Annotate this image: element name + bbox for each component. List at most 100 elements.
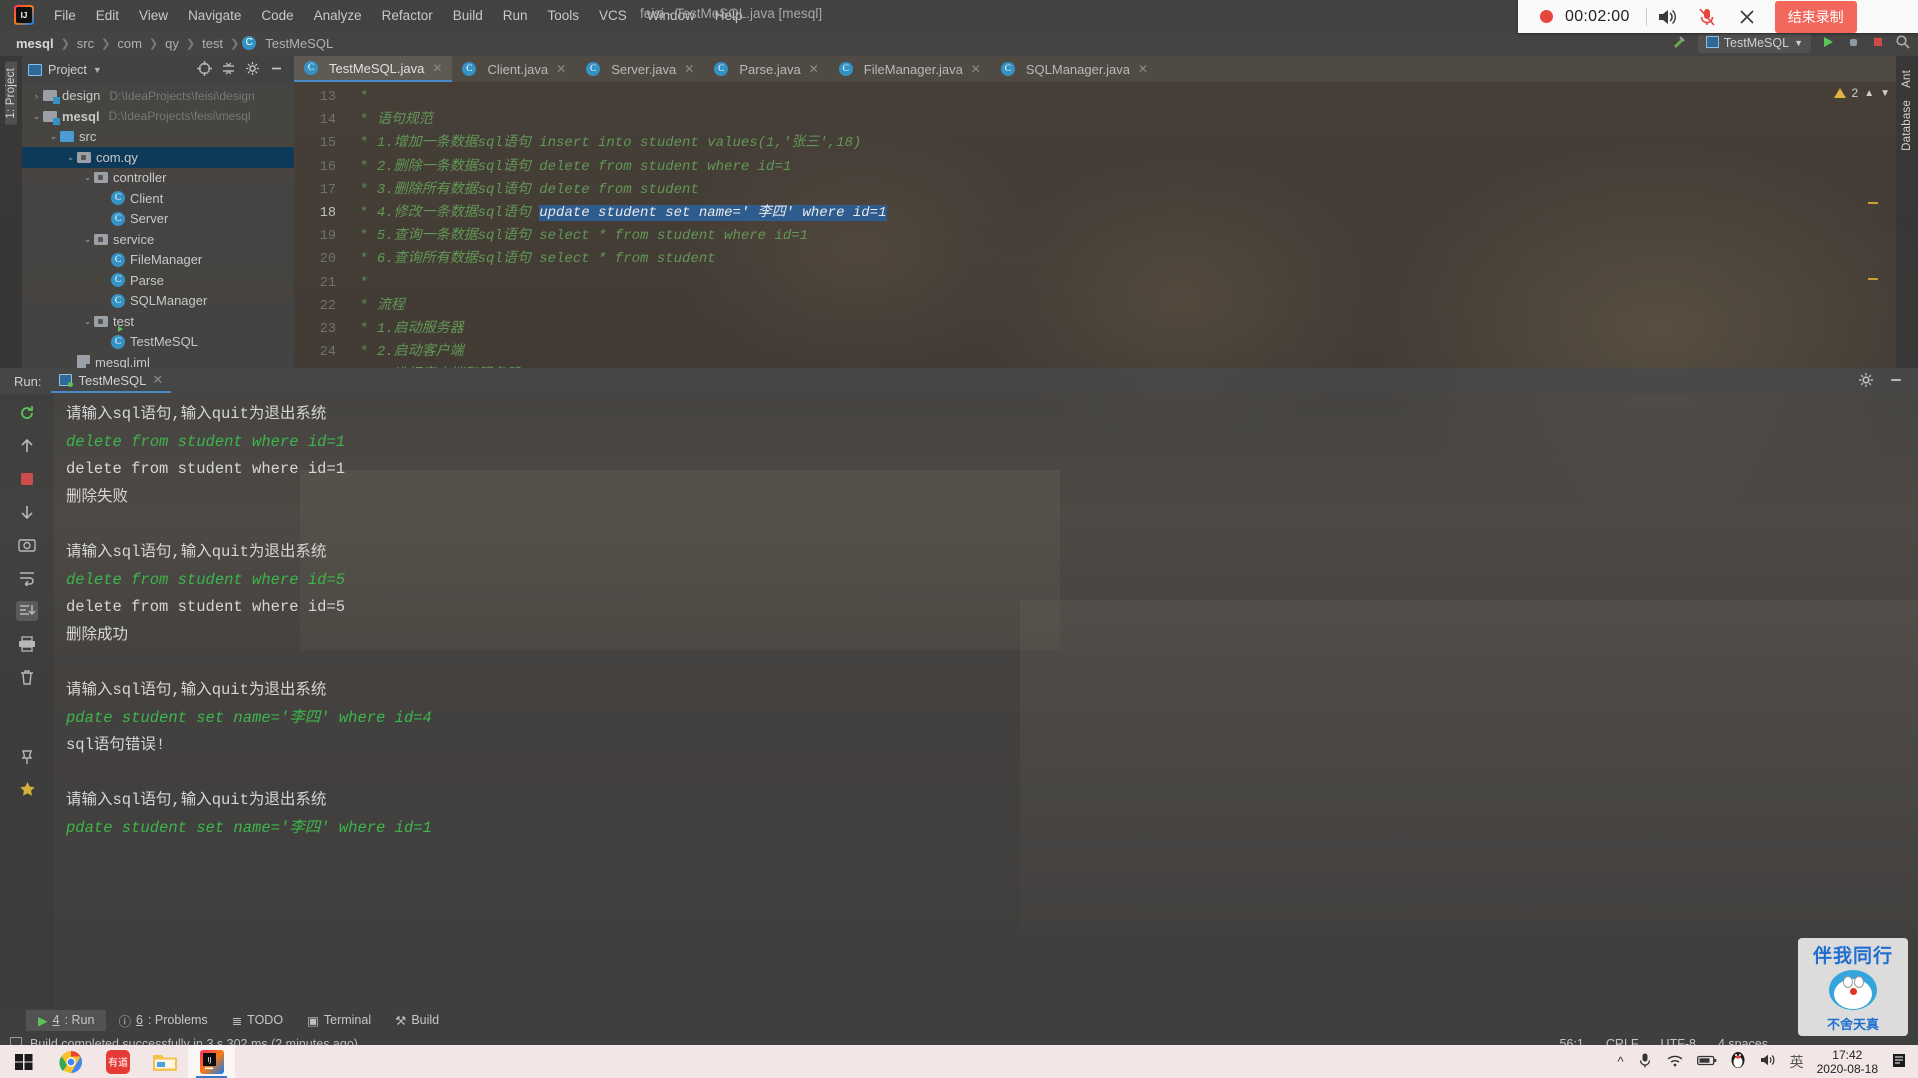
tree-expand-arrow-icon[interactable]: ⌄: [81, 316, 94, 327]
tree-node-testmesql[interactable]: CTestMeSQL: [22, 332, 294, 353]
qq-penguin-icon[interactable]: [1730, 1051, 1746, 1073]
close-icon[interactable]: ✕: [1138, 62, 1148, 76]
scroll-to-end-icon[interactable]: [16, 601, 38, 621]
close-icon[interactable]: ✕: [556, 62, 566, 76]
tree-node-com-qy[interactable]: ⌄com.qy: [22, 147, 294, 168]
editor-tab-testmesql-java[interactable]: CTestMeSQL.java✕: [294, 56, 452, 82]
scroll-up-icon[interactable]: [16, 436, 38, 456]
menu-item-file[interactable]: File: [44, 4, 86, 27]
build-hammer-icon[interactable]: [1671, 34, 1688, 52]
inspection-widget[interactable]: 2 ▲ ▼: [1834, 86, 1891, 100]
editor-tab-sqlmanager-java[interactable]: CSQLManager.java✕: [991, 56, 1158, 82]
tree-node-client[interactable]: CClient: [22, 188, 294, 209]
close-icon[interactable]: ✕: [809, 62, 819, 76]
code-line[interactable]: * 2.启动客户端: [360, 341, 1896, 364]
debug-button-icon[interactable]: [1846, 35, 1861, 52]
tree-expand-arrow-icon[interactable]: ›: [30, 91, 43, 101]
screen-recorder-toolbar[interactable]: 00:02:00 结束录制: [1518, 0, 1918, 33]
code-content[interactable]: * * 语句规范* 1.增加一条数据sql语句 insert into stud…: [346, 82, 1896, 368]
editor-tab-filemanager-java[interactable]: CFileManager.java✕: [829, 56, 991, 82]
code-line[interactable]: *: [360, 272, 1896, 295]
file-explorer-icon[interactable]: [141, 1045, 188, 1078]
favorites-star-icon[interactable]: [16, 779, 38, 799]
tree-node-src[interactable]: ⌄src: [22, 127, 294, 148]
tree-node-parse[interactable]: CParse: [22, 270, 294, 291]
rerun-icon[interactable]: [16, 403, 38, 423]
tree-node-controller[interactable]: ⌄controller: [22, 168, 294, 189]
code-line[interactable]: * 6.查询所有数据sql语句 select * from student: [360, 248, 1896, 271]
menu-item-tools[interactable]: Tools: [538, 4, 590, 27]
menu-item-view[interactable]: View: [129, 4, 178, 27]
menu-item-run[interactable]: Run: [493, 4, 538, 27]
breadcrumb-item-1[interactable]: src: [73, 36, 98, 51]
tree-node-mesql[interactable]: ⌄mesqlD:\IdeaProjects\feisi\mesql: [22, 106, 294, 127]
code-line[interactable]: * 4.修改一条数据sql语句 update student set name=…: [360, 202, 1896, 225]
tree-expand-arrow-icon[interactable]: ⌄: [81, 234, 94, 245]
chevron-down-icon[interactable]: ▼: [1880, 88, 1890, 99]
wifi-icon[interactable]: [1666, 1053, 1684, 1071]
tree-node-sqlmanager[interactable]: CSQLManager: [22, 291, 294, 312]
tree-expand-arrow-icon[interactable]: ⌄: [47, 131, 60, 142]
clear-all-icon[interactable]: [16, 667, 38, 687]
locate-icon[interactable]: [197, 61, 212, 79]
bottom-tab-run[interactable]: ▶4: Run: [26, 1010, 106, 1031]
code-editor[interactable]: 13141516171819202122232425 * * 语句规范* 1.增…: [294, 82, 1896, 368]
chevron-down-icon[interactable]: ▼: [93, 65, 102, 75]
tree-node-design[interactable]: ›designD:\IdeaProjects\feisi\design: [22, 86, 294, 107]
scroll-down-icon[interactable]: [16, 502, 38, 522]
menu-item-navigate[interactable]: Navigate: [178, 4, 251, 27]
intellij-idea-icon[interactable]: IJ: [188, 1045, 235, 1078]
collapse-all-icon[interactable]: [221, 61, 236, 79]
bottom-tab-problems[interactable]: ⓘ6: Problems: [106, 1008, 219, 1033]
stop-button-icon[interactable]: [1871, 35, 1885, 52]
breadcrumb-item-0[interactable]: mesql: [12, 36, 58, 51]
settings-icon[interactable]: [245, 61, 260, 79]
close-icon[interactable]: ✕: [432, 61, 442, 75]
run-configuration-selector[interactable]: TestMeSQL ▼: [1698, 34, 1811, 53]
volume-icon[interactable]: [1759, 1052, 1777, 1071]
code-line[interactable]: *: [360, 86, 1896, 109]
ime-icon[interactable]: 英: [1790, 1052, 1804, 1072]
tree-expand-arrow-icon[interactable]: ⌄: [30, 111, 43, 122]
tree-expand-arrow-icon[interactable]: ⌄: [64, 152, 77, 163]
chrome-icon[interactable]: [47, 1045, 94, 1078]
chevron-up-icon[interactable]: ^: [1618, 1054, 1624, 1069]
editor-tab-server-java[interactable]: CServer.java✕: [576, 56, 704, 82]
search-icon[interactable]: [1895, 34, 1910, 52]
menu-item-refactor[interactable]: Refactor: [372, 4, 443, 27]
microphone-icon[interactable]: [1637, 1052, 1653, 1072]
menu-item-edit[interactable]: Edit: [86, 4, 129, 27]
code-line[interactable]: * 流程: [360, 295, 1896, 318]
menu-item-analyze[interactable]: Analyze: [304, 4, 372, 27]
breadcrumb-item-3[interactable]: qy: [161, 36, 183, 51]
run-tab-testmesql[interactable]: TestMeSQL ✕: [51, 369, 171, 393]
settings-icon[interactable]: [1858, 372, 1874, 391]
console-output[interactable]: 请输入sql语句,输入quit为退出系统delete from student …: [54, 394, 1918, 1008]
code-line[interactable]: * 1.启动服务器: [360, 318, 1896, 341]
tree-expand-arrow-icon[interactable]: ⌄: [81, 172, 94, 183]
windows-start-icon[interactable]: [0, 1045, 47, 1078]
camera-icon[interactable]: [16, 535, 38, 555]
code-line[interactable]: * 3.删除所有数据sql语句 delete from student: [360, 179, 1896, 202]
stop-icon[interactable]: [16, 469, 38, 489]
hide-icon[interactable]: [1888, 372, 1904, 391]
editor-tab-parse-java[interactable]: CParse.java✕: [704, 56, 828, 82]
code-line[interactable]: * 1.增加一条数据sql语句 insert into student valu…: [360, 132, 1896, 155]
tree-node-filemanager[interactable]: CFileManager: [22, 250, 294, 271]
breadcrumb-file[interactable]: TestMeSQL: [261, 36, 337, 51]
sidebar-item-database[interactable]: Database: [1901, 94, 1913, 157]
close-icon[interactable]: ✕: [971, 62, 981, 76]
close-icon[interactable]: ✕: [152, 372, 163, 388]
battery-icon[interactable]: [1697, 1054, 1717, 1070]
youdao-icon[interactable]: 有道: [94, 1045, 141, 1078]
wrap-icon[interactable]: [16, 568, 38, 588]
sidebar-item-project[interactable]: 1: Project: [5, 62, 17, 125]
pin-icon[interactable]: [16, 746, 38, 766]
speaker-icon[interactable]: [1647, 0, 1687, 33]
bottom-tab-todo[interactable]: ≣TODO: [220, 1010, 295, 1031]
close-icon[interactable]: ✕: [684, 62, 694, 76]
taskbar-clock[interactable]: 17:42 2020-08-18: [1817, 1048, 1878, 1076]
menu-item-build[interactable]: Build: [443, 4, 493, 27]
close-icon[interactable]: [1727, 0, 1767, 33]
code-line[interactable]: * 语句规范: [360, 109, 1896, 132]
